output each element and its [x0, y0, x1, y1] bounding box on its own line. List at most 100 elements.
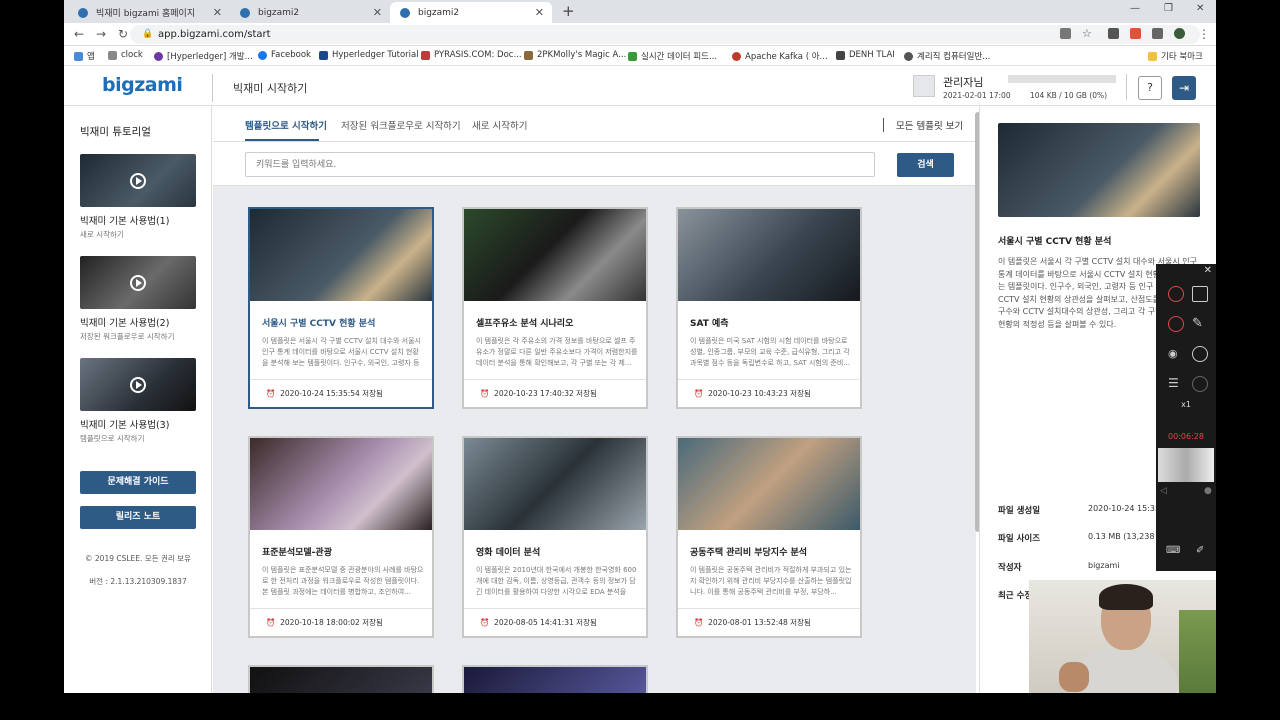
sliders-icon[interactable]: ☰ — [1168, 376, 1184, 392]
zoom-in-icon[interactable] — [1192, 346, 1208, 362]
forward-icon[interactable]: → — [96, 27, 106, 41]
close-tab-icon[interactable]: ✕ — [213, 6, 222, 19]
meta-value: bigzami — [1088, 561, 1120, 570]
microphone-icon[interactable]: ● — [1204, 486, 1212, 496]
tutorial-item-2[interactable]: 빅재미 기본 사용법(2) 저장된 워크플로우로 시작하기 — [80, 256, 196, 342]
puzzle-icon[interactable] — [1152, 28, 1163, 39]
close-tab-icon[interactable]: ✕ — [535, 6, 544, 19]
address-bar-row: ← → ↻ 🔒 app.bigzami.com/start ☆ ⋮ — [64, 23, 1216, 46]
bookmark-icon — [108, 50, 117, 60]
bookmark-icon — [421, 50, 430, 60]
template-card[interactable]: 영화 데이터 분석 이 템플릿은 2010년대 한국에서 개봉한 한국영화 60… — [462, 436, 648, 638]
tutorial-item-3[interactable]: 빅재미 기본 사용법(3) 템플릿으로 시작하기 — [80, 358, 196, 444]
translate-icon[interactable] — [1060, 28, 1071, 39]
bigzami-favicon-icon — [400, 7, 410, 18]
zoom-out-icon[interactable] — [1192, 376, 1208, 392]
tab-saved-workflow[interactable]: 저장된 워크플로우로 시작하기 — [341, 118, 461, 132]
template-card[interactable]: 셀프주유소 분석 시나리오 이 템플릿은 각 주유소의 가격 정보를 바탕으로 … — [462, 207, 648, 409]
clock-icon: ⏰ — [694, 618, 704, 627]
template-card[interactable] — [462, 665, 648, 693]
reload-icon[interactable]: ↻ — [118, 27, 128, 41]
template-thumbnail — [250, 667, 432, 693]
tutorial-thumbnail[interactable] — [80, 358, 196, 411]
bookmark-icon — [154, 51, 163, 61]
template-thumbnail — [464, 667, 646, 693]
bookmark-apps[interactable]: 앱 — [74, 50, 95, 62]
pause-icon[interactable] — [1168, 286, 1184, 302]
zoom-level: x1 — [1181, 400, 1191, 409]
url-field[interactable]: 🔒 app.bigzami.com/start — [130, 25, 1200, 44]
close-icon[interactable]: ✕ — [1204, 265, 1212, 276]
bookmark-hyperledger-tutorial[interactable]: Hyperledger Tutorial — [319, 50, 419, 60]
bookmark-realtime[interactable]: 실시간 데이터 피드... — [628, 50, 717, 62]
bookmark-kafka[interactable]: Apache Kafka ( 아... — [732, 50, 828, 62]
play-icon[interactable] — [130, 274, 146, 291]
stop-icon[interactable] — [1168, 316, 1184, 332]
troubleshooting-guide-button[interactable]: 문제해결 가이드 — [80, 471, 196, 494]
saved-time: ⏰ 2020-10-23 10:43:23 저장됨 — [678, 379, 860, 407]
browser-tab-3[interactable]: bigzami2 ✕ — [390, 2, 552, 23]
tutorial-item-1[interactable]: 빅재미 기본 사용법(1) 새로 시작하기 — [80, 154, 196, 240]
storage-text: 104 KB / 10 GB (0%) — [1030, 91, 1108, 100]
eye-icon[interactable]: ◉ — [1168, 346, 1184, 362]
template-card[interactable]: 표준분석모델-관광 이 템플릿은 표준분석모델 중 관광분야의 사례를 바탕으로… — [248, 436, 434, 638]
all-templates-link[interactable]: 모든 템플릿 보기 — [883, 118, 963, 132]
minimize-icon[interactable]: — — [1130, 3, 1140, 14]
play-icon[interactable] — [130, 376, 146, 393]
bookmarks-bar: 앱 clock [Hyperledger] 개발... Facebook Hyp… — [64, 46, 1216, 66]
extension-ex-icon[interactable] — [1130, 28, 1141, 39]
template-thumbnail — [464, 209, 646, 301]
bigzami-logo[interactable]: bigzami — [102, 74, 183, 96]
copyright-text: © 2019 CSLEE. 모든 권리 보유 — [85, 554, 191, 563]
play-icon[interactable] — [130, 172, 146, 189]
saved-time: ⏰ 2020-10-18 18:00:02 저장됨 — [250, 608, 432, 636]
restore-icon[interactable]: ❐ — [1164, 3, 1173, 14]
header-divider — [212, 74, 213, 102]
bookmark-hyperledger[interactable]: [Hyperledger] 개발... — [154, 50, 253, 62]
tutorial-thumbnail[interactable] — [80, 154, 196, 207]
bookmark-molly[interactable]: 2PKMolly's Magic A... — [524, 50, 626, 60]
browser-tab-2[interactable]: bigzami2 ✕ — [230, 2, 390, 23]
browser-tab-1[interactable]: 빅재미 bigzami 홈페이지 ✕ — [68, 2, 230, 23]
bookmark-denh[interactable]: DENH TLAI — [836, 50, 895, 60]
search-button[interactable]: 검색 — [897, 153, 954, 177]
folder-icon — [1148, 51, 1157, 61]
menu-dots-icon[interactable]: ⋮ — [1198, 27, 1210, 41]
webcam-overlay — [1029, 580, 1216, 693]
bookmark-computer[interactable]: 계리직 컴퓨터일반... — [904, 50, 990, 62]
clock-icon: ⏰ — [266, 618, 276, 627]
bookmark-icon — [319, 50, 328, 60]
presenter-hand — [1059, 662, 1089, 692]
tab-new[interactable]: 새로 시작하기 — [472, 118, 527, 132]
profile-avatar-icon[interactable] — [1174, 28, 1185, 39]
bookmark-clock[interactable]: clock — [108, 50, 143, 60]
back-icon[interactable]: ← — [74, 27, 84, 41]
bookmark-icon — [732, 51, 741, 61]
keyboard-icon[interactable]: ⌨ — [1166, 545, 1180, 556]
template-card[interactable]: 서울시 구별 CCTV 현황 분석 이 템플릿은 서울시 각 구별 CCTV 설… — [248, 207, 434, 409]
close-tab-icon[interactable]: ✕ — [373, 6, 382, 19]
brush-icon[interactable]: ✐ — [1196, 545, 1204, 556]
bookmark-pyrasis[interactable]: PYRASIS.COM: Doc... — [421, 50, 522, 60]
template-card[interactable]: SAT 예측 이 템플릿은 미국 SAT 시험의 시험 데이터를 바탕으로 성별… — [676, 207, 862, 409]
bookmark-other[interactable]: 기타 북마크 — [1148, 50, 1203, 62]
extension-s-icon[interactable] — [1108, 28, 1119, 39]
pen-icon[interactable]: ✎ — [1192, 316, 1208, 332]
bookmark-facebook[interactable]: Facebook — [258, 50, 311, 60]
new-tab-icon[interactable]: + — [562, 2, 575, 20]
release-notes-button[interactable]: 릴리즈 노트 — [80, 506, 196, 529]
speaker-icon[interactable]: ◁ — [1160, 486, 1167, 496]
keyword-search-input[interactable] — [245, 152, 875, 177]
avatar — [913, 75, 935, 97]
tab-template[interactable]: 템플릿으로 시작하기 — [245, 118, 327, 132]
logout-button[interactable]: ⇥ — [1172, 76, 1196, 100]
template-card[interactable] — [248, 665, 434, 693]
recording-preview — [1158, 448, 1214, 482]
tutorial-thumbnail[interactable] — [80, 256, 196, 309]
star-icon[interactable]: ☆ — [1082, 27, 1092, 40]
camera-icon[interactable] — [1192, 286, 1208, 302]
help-button[interactable]: ? — [1138, 76, 1162, 100]
template-card[interactable]: 공동주택 관리비 부당지수 분석 이 템플릿은 공동주택 관리비가 적절하게 부… — [676, 436, 862, 638]
screen-recorder-panel: ✕ ✎ ◉ ☰ x1 00:06:28 ◁ ● ⌨ ✐ — [1156, 264, 1216, 571]
close-window-icon[interactable]: ✕ — [1196, 3, 1204, 14]
